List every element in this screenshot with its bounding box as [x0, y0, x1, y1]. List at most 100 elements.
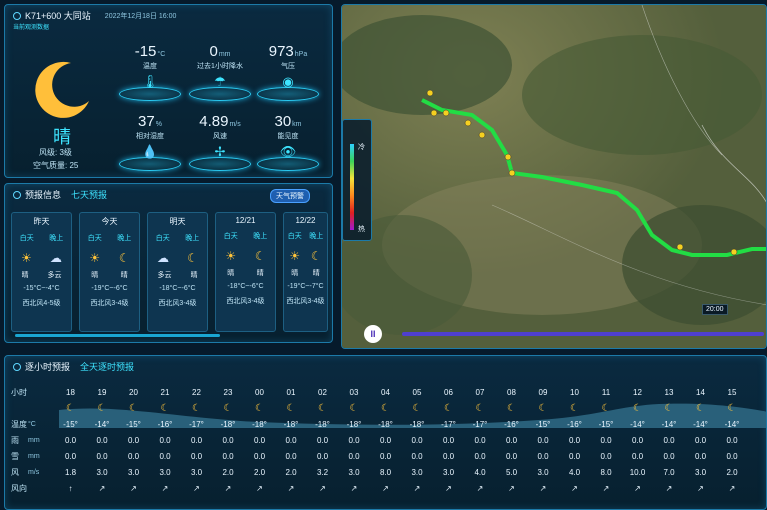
temperature-cell: -17°: [441, 420, 456, 429]
wind-direction-cell: ↗: [319, 484, 326, 493]
pause-icon[interactable]: II: [364, 325, 382, 343]
subtitle: 当前观测数据: [13, 25, 50, 31]
hour-cell: 05: [412, 388, 422, 397]
hour-cell: 01: [286, 388, 296, 397]
row-unit: m/s: [28, 469, 40, 476]
wind-cell: 3.0: [159, 468, 171, 477]
wind-cell: 3.0: [411, 468, 423, 477]
temperature-cell: -16°: [567, 420, 582, 429]
temperature-cell: -17°: [189, 420, 204, 429]
moon-icon: ☾: [570, 403, 579, 414]
pressure-icon: ◉: [282, 74, 294, 89]
rain-row: 雨 mm 0.0 0.0 0.0 0.0 0.0 0.0 0.0 0.0 0.0 0.0 0.0 0.0 0…: [11, 434, 766, 448]
wind-direction-cell: ↗: [98, 484, 106, 493]
snow-cell: 0.0: [285, 452, 297, 461]
forecast-scrollbar[interactable]: [15, 334, 220, 337]
row-label: 温度: [11, 420, 27, 429]
moon-icon: ☾: [349, 403, 359, 414]
moon-icon: ☾: [538, 403, 548, 414]
temperature-cell: -18°: [220, 420, 236, 429]
moon-icon: ☾: [129, 403, 138, 414]
wind-direction-row: 风向 ↑ ↗ ↗ ↗ ↗ ↗ ↗ ↗ ↗ ↗ ↗ ↗ ↗ ↗ ↗ ↗ ↗ ↗ ↗ ↗ ↗ ↗: [11, 482, 766, 496]
wind-cell: 2.0: [726, 468, 738, 477]
moon-icon: ☾: [66, 403, 75, 414]
temperature-cell: -18°: [252, 420, 267, 429]
hour-cell: 20: [129, 388, 138, 397]
moon-icon: ☾: [192, 403, 201, 414]
rain-gauge-icon: ☂: [214, 74, 226, 89]
metric-precipitation: 0mm 过去1小时降水 ☂: [185, 43, 255, 103]
moon-icon: ☾: [286, 403, 296, 414]
row-label: 风向: [11, 484, 27, 493]
snow-cell: 0.0: [96, 452, 108, 461]
wind-direction-cell: ↗: [445, 484, 452, 493]
forecast-day-card[interactable]: 12/21 白天 晚上 ☀ ☾ 晴晴 -18°C~-6°C 西北风3-4级: [215, 212, 276, 332]
temperature-cell: -14°: [724, 420, 740, 429]
wind-cell: 10.0: [629, 468, 646, 477]
temperature-cell: -15°: [63, 420, 78, 429]
hour-cell: 11: [601, 388, 611, 397]
temperature-cell: -15°: [126, 420, 141, 429]
moon-icon: ☾: [160, 403, 170, 414]
forecast-day-card[interactable]: 明天 白天 晚上 ☁ ☾ 多云晴 -18°C~-6°C 西北风3-4级: [147, 212, 208, 332]
tab-all-day[interactable]: 全天逐时预报: [80, 360, 134, 373]
station-title: K71+600 大同站: [25, 11, 91, 21]
forecast-icon: [13, 190, 21, 199]
snow-cell: 0.0: [474, 452, 486, 461]
wind-cell: 2.0: [253, 468, 266, 477]
row-label: 小时: [11, 388, 27, 397]
wind-direction-cell: ↑: [68, 484, 73, 493]
timeline-track[interactable]: [402, 332, 764, 336]
wind-direction-cell: ↗: [602, 484, 610, 493]
temperature-cell: -16°: [157, 420, 173, 429]
temperature-cell: -15°: [535, 420, 551, 429]
humidity-icon: 💧: [141, 144, 159, 159]
aqi: 空气质量: 25: [33, 161, 79, 170]
warning-badge[interactable]: 天气预警: [270, 189, 310, 203]
rain-cell: 0.0: [505, 436, 518, 445]
eye-icon: 👁: [279, 144, 297, 159]
wind-direction-cell: ↗: [413, 484, 421, 493]
row-unit: mm: [28, 437, 40, 444]
moon-icon: ☾: [187, 251, 198, 265]
forecast-day-card[interactable]: 昨天 白天 晚上 ☀ ☁ 晴多云 -15°C~-4°C 西北风4-5级: [11, 212, 72, 332]
row-label: 风: [11, 468, 19, 477]
wind-cell: 4.0: [474, 468, 486, 477]
hour-cell: 03: [349, 388, 359, 397]
tab-seven-day[interactable]: 七天预报: [71, 188, 107, 201]
snow-cell: 0.0: [600, 452, 612, 461]
current-weather-panel: K71+600 大同站 2022年12月18日 16:00 当前观测数据 晴 风…: [4, 4, 333, 178]
wind-cell: 8.0: [379, 468, 392, 477]
moon-icon: ☾: [318, 403, 327, 414]
wind-direction-cell: ↗: [130, 484, 137, 493]
satellite-map[interactable]: [342, 5, 767, 349]
wind-cell: 4.0: [568, 468, 581, 477]
snow-row: 雪 mm 0.0 0.0 0.0 0.0 0.0 0.0 0.0 0.0 0.0 0.0 0.0 0.0 0…: [11, 450, 766, 464]
temperature-cell: -14°: [693, 420, 708, 429]
rain-cell: 0.0: [127, 436, 140, 445]
sun-icon: ☀: [225, 249, 237, 263]
forecast-day-card[interactable]: 今天 白天 晚上 ☀ ☾ 晴晴 -19°C~-6°C 西北风3-4级: [79, 212, 140, 332]
hour-cell: 19: [97, 388, 107, 397]
moon-icon: ☾: [664, 403, 674, 414]
snow-cell: 0.0: [159, 452, 171, 461]
hour-cell: 06: [444, 388, 453, 397]
forecast-panel: 预报信息 七天预报 天气预警 昨天 白天 晚上 ☀ ☁ 晴多云 -15°C~-4°C…: [4, 183, 333, 343]
rain-cell: 0.0: [726, 436, 738, 445]
snow-cell: 0.0: [411, 452, 423, 461]
map-panel[interactable]: 冷 热 II 20:00: [341, 4, 767, 349]
temperature-cell: -18°: [283, 420, 299, 429]
snow-cell: 0.0: [348, 452, 360, 461]
hour-cell: 15: [727, 388, 737, 397]
row-unit: mm: [28, 453, 40, 460]
rain-cell: 0.0: [537, 436, 549, 445]
moon-icon: ☾: [310, 249, 322, 263]
rain-cell: 0.0: [222, 436, 234, 445]
snow-cell: 0.0: [253, 452, 266, 461]
temperature-cell: -18°: [315, 420, 330, 429]
forecast-day-card[interactable]: 12/22 白天 晚上 ☀ ☾ 晴晴 -19°C~-7°C 西北风3-4级: [283, 212, 328, 332]
rain-cell: 0.0: [64, 436, 77, 445]
timeline-playbar: II 20:00: [362, 304, 764, 343]
rain-cell: 0.0: [379, 436, 392, 445]
hour-cell: 08: [507, 388, 516, 397]
